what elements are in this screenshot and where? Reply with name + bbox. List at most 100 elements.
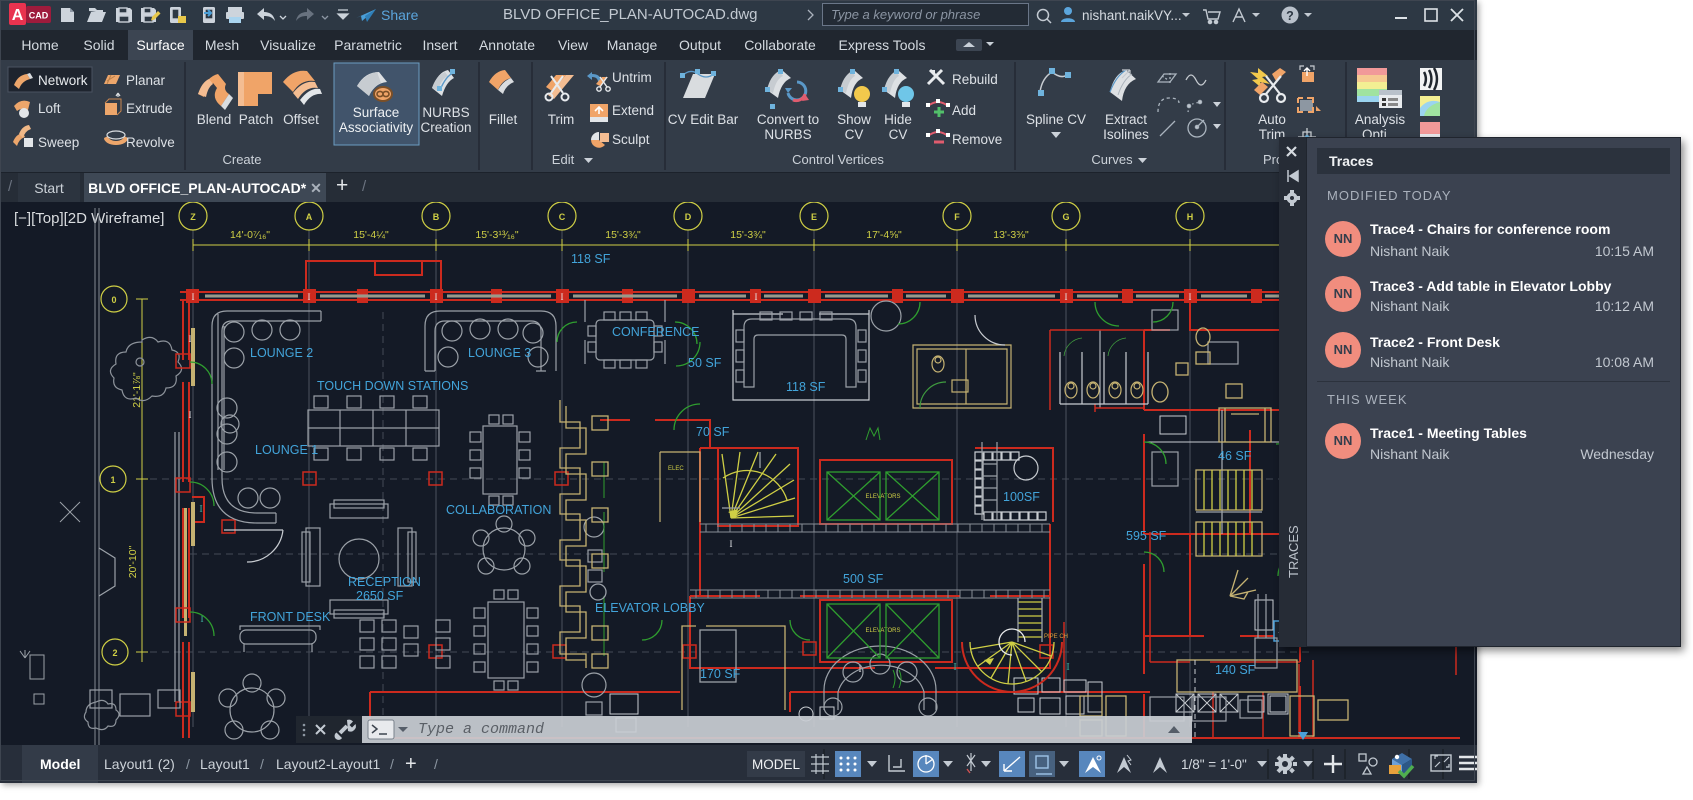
svg-text:ELEC: ELEC: [668, 466, 684, 472]
svg-text:Analysis: Analysis: [1355, 112, 1406, 127]
svg-text:Add: Add: [952, 103, 976, 118]
svg-text:I: I: [953, 662, 956, 673]
svg-text:2650 SF: 2650 SF: [356, 589, 404, 603]
svg-text:Blend: Blend: [197, 112, 232, 127]
svg-text:B: B: [433, 212, 440, 222]
svg-text:A: A: [306, 212, 313, 222]
svg-text:I: I: [192, 292, 195, 302]
svg-text:Offset: Offset: [283, 112, 319, 127]
svg-text:Convert to: Convert to: [757, 112, 819, 127]
svg-text:Show: Show: [837, 112, 871, 127]
svg-text:COLLABORATION: COLLABORATION: [446, 503, 551, 517]
svg-text:Revolve: Revolve: [126, 135, 175, 150]
svg-text:15'-3¾": 15'-3¾": [605, 229, 641, 241]
svg-text:100SF: 100SF: [1003, 490, 1040, 504]
svg-text:50 SF: 50 SF: [688, 356, 722, 370]
svg-text:13'-3⅜": 13'-3⅜": [993, 229, 1029, 241]
svg-text:CV: CV: [889, 127, 908, 142]
svg-text:A: A: [12, 7, 24, 24]
svg-text:Sweep: Sweep: [38, 135, 79, 150]
svg-text:1: 1: [110, 475, 115, 485]
svg-text:Create: Create: [222, 152, 261, 167]
svg-text:Extract: Extract: [1105, 112, 1147, 127]
svg-text:Control Vertices: Control Vertices: [792, 152, 884, 167]
svg-text:I: I: [1065, 292, 1068, 302]
svg-text:CV Edit Bar: CV Edit Bar: [668, 112, 739, 127]
svg-text:46 SF: 46 SF: [1218, 449, 1252, 463]
svg-text:Hide: Hide: [884, 112, 912, 127]
svg-text:nishant.naikVY...: nishant.naikVY...: [1082, 8, 1182, 23]
svg-text:CAD: CAD: [29, 11, 49, 21]
svg-text:0: 0: [111, 295, 116, 305]
svg-text:Surface: Surface: [353, 105, 400, 120]
svg-text:E: E: [811, 212, 817, 222]
svg-text:15'-3¹³⁄₁₆": 15'-3¹³⁄₁₆": [475, 229, 519, 241]
svg-text:Patch: Patch: [239, 112, 274, 127]
svg-text:ELEVATORS: ELEVATORS: [865, 494, 900, 500]
svg-text:Trim: Trim: [548, 112, 575, 127]
svg-text:C: C: [559, 212, 566, 222]
svg-text:Remove: Remove: [952, 132, 1002, 147]
svg-text:TOUCH DOWN STATIONS: TOUCH DOWN STATIONS: [317, 379, 468, 393]
svg-text:ELEVATORS: ELEVATORS: [865, 628, 900, 634]
svg-text:CV: CV: [845, 127, 864, 142]
svg-text:140 SF: 140 SF: [1215, 663, 1256, 677]
svg-text:Network: Network: [38, 73, 88, 88]
svg-text:Z: Z: [190, 212, 196, 222]
svg-text:LOUNGE 1: LOUNGE 1: [255, 443, 318, 457]
svg-text:TRACES: TRACES: [1286, 525, 1301, 578]
svg-text:F: F: [954, 212, 960, 222]
svg-text:ELEVATOR LOBBY: ELEVATOR LOBBY: [595, 601, 705, 615]
svg-text:Spline CV: Spline CV: [1026, 112, 1086, 127]
svg-text:MODEL: MODEL: [752, 757, 801, 772]
svg-text:D: D: [685, 212, 692, 222]
svg-text:Edit: Edit: [552, 152, 575, 167]
svg-text:LOUNGE 3: LOUNGE 3: [468, 346, 531, 360]
svg-text:I: I: [561, 292, 564, 302]
svg-text:Extend: Extend: [612, 103, 654, 118]
svg-text:I: I: [308, 292, 311, 302]
svg-text:Auto: Auto: [1258, 112, 1286, 127]
svg-text:170 SF: 170 SF: [700, 667, 741, 681]
svg-text:I: I: [435, 292, 438, 302]
svg-text:20'-10": 20'-10": [127, 545, 139, 578]
svg-text:15'-3¾": 15'-3¾": [730, 229, 766, 241]
svg-text:21'-1⅞": 21'-1⅞": [131, 372, 143, 408]
svg-text:15'-4¼": 15'-4¼": [353, 229, 389, 241]
svg-text:CONFERENCE: CONFERENCE: [612, 325, 700, 339]
svg-text:RECEPTION: RECEPTION: [348, 575, 421, 589]
svg-text:Creation: Creation: [420, 120, 471, 135]
svg-text:I: I: [189, 410, 192, 420]
svg-text:Loft: Loft: [38, 101, 61, 116]
svg-text:118 SF: 118 SF: [571, 252, 611, 266]
svg-text:17'-4⅝": 17'-4⅝": [866, 229, 902, 241]
svg-text:595 SF: 595 SF: [1126, 529, 1167, 543]
svg-text:PIPE CH: PIPE CH: [1044, 634, 1068, 640]
svg-text:Share: Share: [381, 7, 419, 23]
svg-text:G: G: [1062, 212, 1069, 222]
svg-text:NURBS: NURBS: [764, 127, 811, 142]
svg-text:500 SF: 500 SF: [843, 572, 884, 586]
svg-text:Isolines: Isolines: [1103, 127, 1149, 142]
svg-text:14'-0⁷⁄₁₆": 14'-0⁷⁄₁₆": [230, 229, 270, 241]
svg-text:H: H: [1187, 212, 1194, 222]
svg-text:Extrude: Extrude: [126, 101, 173, 116]
svg-text:?: ?: [1286, 9, 1294, 23]
svg-text:I: I: [755, 292, 758, 302]
svg-text:118 SF: 118 SF: [786, 380, 826, 394]
svg-text:Untrim: Untrim: [612, 70, 652, 85]
svg-text:1/8" = 1'-0": 1/8" = 1'-0": [1181, 757, 1247, 772]
svg-text:FRONT DESK: FRONT DESK: [250, 610, 331, 624]
svg-text:I: I: [1189, 292, 1192, 302]
svg-text:Associativity: Associativity: [339, 120, 414, 135]
svg-text:NURBS: NURBS: [422, 105, 469, 120]
svg-text:I: I: [730, 539, 733, 549]
svg-text:Curves: Curves: [1091, 152, 1133, 167]
svg-text:2: 2: [112, 648, 117, 658]
svg-text:70 SF: 70 SF: [696, 425, 730, 439]
svg-text:I: I: [1066, 662, 1069, 673]
svg-text:I: I: [199, 504, 202, 515]
svg-text:LOUNGE 2: LOUNGE 2: [250, 346, 313, 360]
svg-text:Sculpt: Sculpt: [612, 132, 650, 147]
svg-text:Fillet: Fillet: [489, 112, 518, 127]
